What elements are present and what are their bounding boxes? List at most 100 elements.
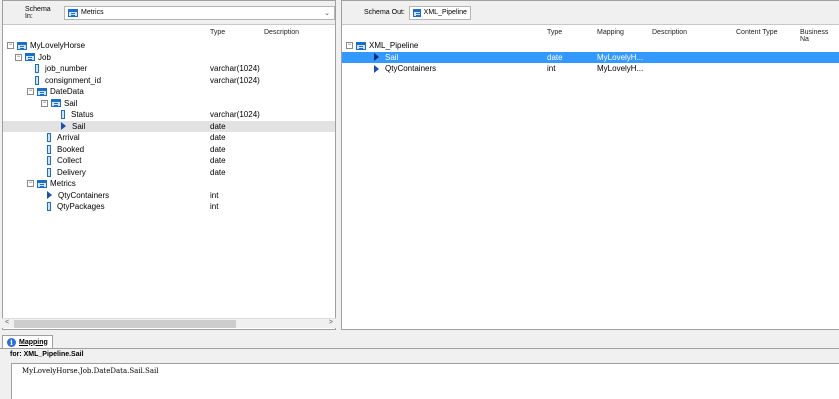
collapse-toggle-icon[interactable]: − [27, 88, 34, 96]
tree-node-label: XML_Pipeline [369, 41, 419, 50]
tree-node-label: Metrics [50, 179, 76, 188]
tree-row[interactable]: − Job [3, 52, 335, 63]
schema-out-bar: Schema Out: XML_Pipeline [342, 1, 839, 25]
tree-node-type: varchar(1024) [210, 110, 260, 119]
tree-node-type: int [547, 64, 556, 73]
scroll-right-icon[interactable]: > [329, 319, 333, 326]
tree-node-label: Collect [57, 156, 82, 165]
tree-row[interactable]: QtyPackages int [3, 201, 335, 212]
left-col-type-header[interactable]: Type [210, 29, 225, 36]
tree-node: Booked [47, 144, 84, 155]
tree-row[interactable]: QtyContainers int [3, 190, 335, 201]
column-icon [47, 167, 51, 177]
scrollbar-thumb[interactable] [14, 320, 236, 328]
tree-node-label: Sail [72, 121, 86, 131]
chevron-down-icon[interactable]: ⌄ [324, 9, 330, 17]
right-col-description-header[interactable]: Description [652, 29, 687, 36]
column-icon [35, 64, 39, 74]
tree-row[interactable]: Status varchar(1024) [3, 109, 335, 120]
tree-node-label: QtyContainers [58, 190, 110, 200]
tree-row[interactable]: Arrival date [3, 132, 335, 143]
tree-row[interactable]: QtyContainers int MyLovelyH... [342, 63, 839, 74]
tree-row[interactable]: − DateData [3, 86, 335, 97]
tree-row[interactable]: − XML_Pipeline [342, 40, 839, 51]
tree-node-type: int [210, 202, 219, 211]
collapse-toggle-icon[interactable]: − [7, 42, 14, 50]
mapped-column-icon [374, 53, 379, 62]
info-icon: i [7, 337, 16, 347]
table-icon [37, 87, 47, 96]
tree-row[interactable]: − Metrics [3, 178, 335, 189]
tree-node-type: varchar(1024) [210, 64, 260, 73]
tree-row[interactable]: Sail date [3, 120, 335, 132]
tree-node: − DateData [27, 86, 84, 97]
tree-node: Collect [47, 155, 81, 166]
schema-in-pane: Schema In: Metrics ⌄ Type Description − M… [2, 0, 336, 330]
tree-node-label: QtyContainers [385, 64, 437, 73]
schema-in-bar: Schema In: Metrics ⌄ [3, 1, 335, 25]
tree-node-label: DateData [50, 87, 84, 96]
tree-node-label: consignment_id [45, 75, 102, 85]
mapped-column-icon [61, 122, 66, 131]
schema-out-value: XML_Pipeline [423, 9, 467, 16]
column-icon [61, 110, 65, 120]
tree-node-type: date [547, 52, 563, 62]
tree-node-type: int [210, 190, 219, 200]
tree-row[interactable]: Collect date [3, 155, 335, 166]
tree-node: Sail [374, 52, 398, 63]
tree-node: job_number [35, 63, 87, 74]
tree-node: QtyContainers [374, 63, 436, 74]
tab-divider [0, 348, 839, 349]
left-col-description-header[interactable]: Description [264, 29, 299, 36]
tree-node: Sail [61, 121, 85, 132]
mapping-target-label: for: XML_Pipeline.Sail [10, 351, 84, 358]
tree-node-label: job_number [45, 64, 88, 73]
schema-out-field[interactable]: XML_Pipeline [408, 5, 471, 20]
collapse-toggle-icon[interactable]: − [27, 180, 34, 188]
tree-node-type: date [210, 144, 226, 154]
table-icon [17, 41, 27, 50]
collapse-toggle-icon[interactable]: − [346, 42, 353, 50]
tree-node: − Job [15, 52, 51, 63]
table-icon [37, 179, 47, 188]
schema-out-label: Schema Out: [364, 9, 405, 16]
collapse-toggle-icon[interactable]: − [41, 99, 48, 107]
tree-row[interactable]: − MyLovelyHorse [3, 40, 335, 51]
table-icon [356, 41, 366, 50]
tree-row[interactable]: Delivery date [3, 167, 335, 178]
tree-node-label: QtyPackages [57, 202, 105, 211]
right-col-mapping-header[interactable]: Mapping [597, 29, 624, 36]
schema-out-pane: Schema Out: XML_Pipeline Type Mapping De… [341, 0, 839, 330]
tree-node: − MyLovelyHorse [7, 40, 85, 51]
schema-mapper-window: Schema In: Metrics ⌄ Type Description − M… [0, 0, 839, 399]
tab-mapping[interactable]: i Mapping [2, 335, 53, 348]
mapping-expression-editor[interactable]: MyLovelyHorse.Job.DateData.Sail.Sail [11, 363, 839, 399]
table-icon [412, 8, 421, 17]
tree-row[interactable]: − Sail [3, 98, 335, 109]
tree-row[interactable]: consignment_id varchar(1024) [3, 75, 335, 86]
tree-node: QtyContainers [47, 190, 109, 201]
tree-row[interactable]: job_number varchar(1024) [3, 63, 335, 74]
tree-row[interactable]: Booked date [3, 144, 335, 155]
tree-node-type: date [210, 121, 226, 131]
tree-node: consignment_id [35, 75, 101, 86]
tree-node-label: Arrival [57, 133, 80, 142]
tree-node: Status [61, 109, 94, 120]
right-col-type-header[interactable]: Type [547, 29, 562, 36]
schema-in-horizontal-scrollbar[interactable]: < > [2, 318, 336, 328]
schema-in-dropdown[interactable]: Metrics ⌄ [64, 5, 335, 20]
mapping-expression: MyLovelyHorse.Job.DateData.Sail.Sail [22, 367, 159, 375]
mapped-column-icon [47, 191, 52, 200]
scroll-left-icon[interactable]: < [5, 319, 9, 326]
table-icon [25, 53, 35, 62]
right-col-content-type-header[interactable]: Content Type [736, 29, 778, 36]
column-icon [47, 133, 51, 143]
column-icon [47, 156, 51, 166]
tree-node: − XML_Pipeline [346, 40, 418, 51]
schema-in-label: Schema In: [25, 5, 51, 20]
tree-node: − Sail [41, 98, 77, 109]
tree-row[interactable]: Sail date MyLovelyH... [342, 51, 839, 63]
tree-node-type: date [210, 133, 226, 142]
collapse-toggle-icon[interactable]: − [15, 53, 22, 61]
column-icon [47, 144, 51, 154]
